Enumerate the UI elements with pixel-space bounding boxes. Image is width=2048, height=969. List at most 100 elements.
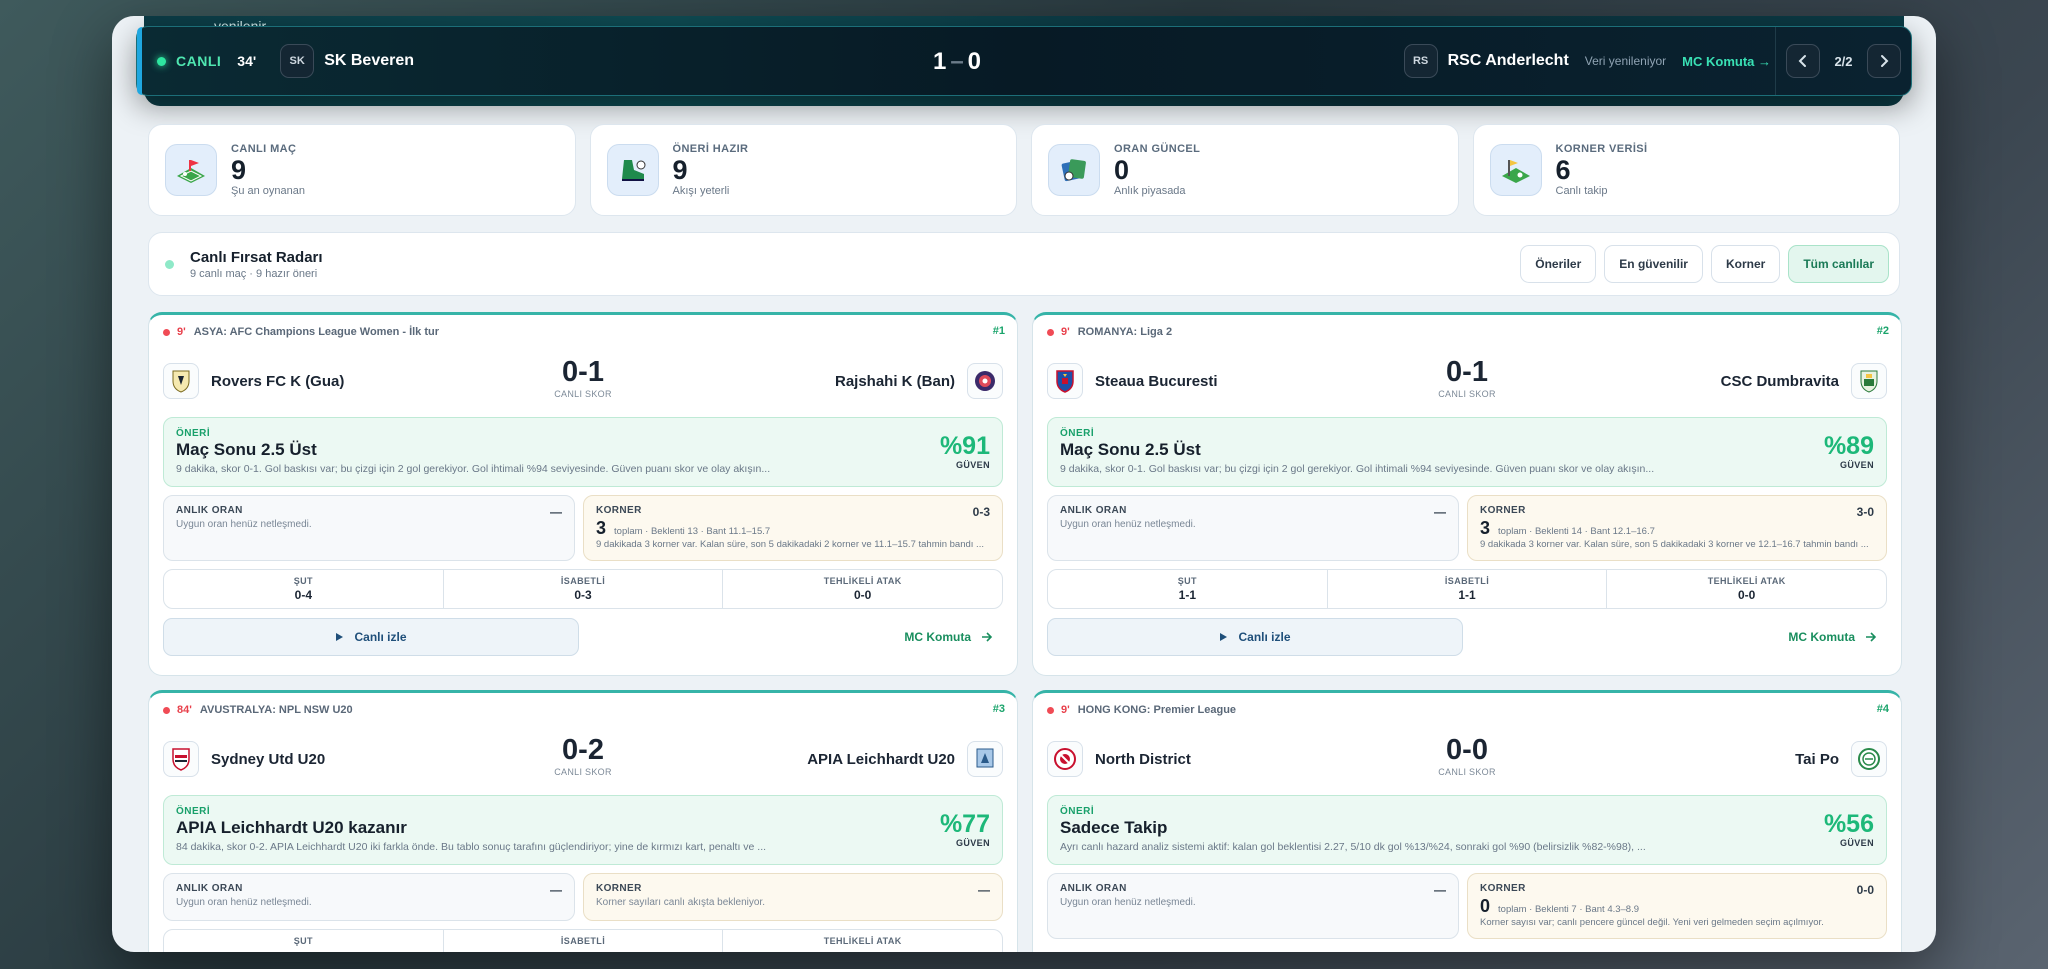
- chevron-right-icon: [1880, 55, 1888, 67]
- corner-score: —: [978, 883, 990, 897]
- home-team-logo: [1047, 741, 1083, 777]
- stat-shots: ŞUT 0-4: [164, 570, 444, 608]
- next-button[interactable]: [1866, 44, 1901, 78]
- stat-on-target: İSABETLİ: [444, 930, 724, 952]
- on-target-value: 1-1: [1458, 588, 1476, 602]
- match-minute: 9': [1061, 704, 1070, 716]
- match-card: 9' ASYA: AFC Champions League Women - İl…: [148, 312, 1018, 676]
- stat-shots: ŞUT 1-1: [1048, 570, 1328, 608]
- filter-corner[interactable]: Korner: [1710, 245, 1781, 283]
- filter-all-live[interactable]: Tüm canlılar: [1788, 245, 1889, 283]
- shots-value: 0-4: [294, 588, 312, 602]
- danger-value: 0-0: [854, 588, 872, 602]
- stat-label: ORAN GÜNCEL: [1114, 143, 1201, 155]
- confidence-label: GÜVEN: [955, 838, 990, 848]
- home-team-logo: [163, 363, 199, 399]
- match-rank: #3: [992, 703, 1005, 715]
- reco-title: Maç Sonu 2.5 Üst: [176, 440, 317, 459]
- radar-subtitle: 9 canlı maç · 9 hazır öneri: [190, 267, 318, 280]
- mc-label: MC Komuta: [904, 630, 971, 644]
- home-team-name: Rovers FC K (Gua): [211, 372, 345, 390]
- stat-value: 0: [1114, 155, 1130, 185]
- corner-description: Korner sayısı var; canlı pencere güncel …: [1480, 917, 1824, 928]
- away-score: 0: [967, 48, 982, 75]
- match-card: 84' AVUSTRALYA: NPL NSW U20 #3 Sydney Ut…: [148, 690, 1018, 952]
- on-target-label: İSABETLİ: [560, 936, 606, 946]
- corner-label: KORNER: [596, 505, 642, 516]
- boot-icon: [606, 144, 659, 196]
- round-crest-icon: [1054, 748, 1076, 770]
- on-target-value: 0-3: [574, 588, 592, 602]
- confidence-percent: %77: [939, 810, 990, 838]
- odds-box: ANLIK ORAN Uygun oran henüz netleşmedi. …: [1047, 873, 1459, 939]
- filter-most-reliable[interactable]: En güvenilir: [1604, 245, 1703, 283]
- watch-live-button[interactable]: Canlı izle: [1047, 618, 1463, 656]
- home-team-badge: SK: [280, 44, 315, 78]
- reco-title: Maç Sonu 2.5 Üst: [1060, 440, 1201, 459]
- home-team-logo: [163, 741, 199, 777]
- odds-sub: Uygun oran henüz netleşmedi.: [1060, 897, 1196, 908]
- reco-description: Ayrı canlı hazard analiz sistemi aktif: …: [1060, 841, 1646, 853]
- shield-crest-icon: [1056, 370, 1074, 393]
- pager: 2/2: [1775, 27, 1911, 95]
- stat-sub: Canlı takip: [1555, 185, 1608, 197]
- danger-value: 0-0: [1738, 588, 1756, 602]
- mc-command-link[interactable]: MC Komuta →: [1682, 54, 1771, 69]
- match-rank: #2: [1876, 325, 1889, 337]
- stat-dangerous-attacks: TEHLİKELİ ATAK 0-0: [1607, 570, 1886, 608]
- filter-recommendations[interactable]: Öneriler: [1520, 245, 1597, 283]
- watch-live-label: Canlı izle: [354, 630, 407, 644]
- odds-sub: Uygun oran henüz netleşmedi.: [176, 519, 312, 530]
- reco-description: 9 dakika, skor 0-1. Gol baskısı var; bu …: [1060, 463, 1655, 475]
- watch-live-button[interactable]: Canlı izle: [163, 618, 579, 656]
- prev-button[interactable]: [1786, 44, 1821, 78]
- match-minute: 84': [177, 704, 192, 716]
- odds-label: ANLIK ORAN: [176, 505, 243, 516]
- round-crest-icon: [1858, 748, 1880, 770]
- stat-label: CANLI MAÇ: [231, 143, 297, 155]
- opportunity-radar: Canlı Fırsat Radarı 9 canlı maç · 9 hazı…: [148, 232, 1900, 296]
- away-team-name: RSC Anderlecht: [1447, 52, 1569, 69]
- mc-command-link[interactable]: MC Komuta: [904, 630, 993, 644]
- corner-box: KORNER — Korner sayıları canlı akışta be…: [583, 873, 1003, 921]
- live-indicator-icon: [157, 56, 166, 66]
- live-match-bar[interactable]: CANLI 34' SK SK Beveren 1–0 RS RSC Ander…: [136, 26, 1912, 96]
- stat-label: ÖNERİ HAZIR: [672, 143, 749, 155]
- corner-label: KORNER: [1480, 505, 1526, 516]
- chevron-left-icon: [1799, 55, 1807, 67]
- match-minute: 9': [1061, 326, 1070, 338]
- reco-description: 84 dakika, skor 0-2. APIA Leichhardt U20…: [176, 841, 767, 853]
- round-crest-icon: [975, 371, 995, 391]
- filter-group: Öneriler En güvenilir Korner Tüm canlıla…: [1520, 245, 1889, 283]
- odds-sub: Uygun oran henüz netleşmedi.: [1060, 519, 1196, 530]
- away-team-name: Tai Po: [1795, 750, 1839, 768]
- reco-description: 9 dakika, skor 0-1. Gol baskısı var; bu …: [176, 463, 771, 475]
- odds-box: ANLIK ORAN Uygun oran henüz netleşmedi. …: [1047, 495, 1459, 561]
- match-stats: ŞUT İSABETLİ TEHLİKELİ ATAK: [163, 929, 1003, 952]
- away-team-badge: RS: [1403, 44, 1438, 78]
- shield-crest-icon: [1860, 370, 1878, 393]
- stat-value: 9: [672, 155, 688, 185]
- radar-status-icon: [165, 259, 174, 269]
- on-target-label: İSABETLİ: [1444, 576, 1490, 586]
- mc-command-link[interactable]: MC Komuta: [1788, 630, 1877, 644]
- match-card: 9' ROMANYA: Liga 2 #2 Steaua Bucuresti 0…: [1032, 312, 1902, 676]
- odds-label: ANLIK ORAN: [176, 883, 243, 894]
- away-team-name: CSC Dumbravita: [1720, 372, 1839, 390]
- confidence-label: GÜVEN: [955, 460, 990, 470]
- stat-dangerous-attacks: TEHLİKELİ ATAK 0-0: [723, 570, 1002, 608]
- live-bar-accent: [137, 27, 142, 95]
- reco-label: ÖNERİ: [1060, 428, 1095, 439]
- odds-value: —: [1434, 505, 1446, 519]
- odds-sub: Uygun oran henüz netleşmedi.: [176, 897, 312, 908]
- corner-score: 0-3: [972, 505, 990, 519]
- match-minute: 9': [177, 326, 186, 338]
- league-name: HONG KONG: Premier League: [1077, 704, 1237, 716]
- confidence-percent: %91: [939, 432, 990, 460]
- stat-label: KORNER VERİSİ: [1555, 143, 1648, 155]
- odds-box: ANLIK ORAN Uygun oran henüz netleşmedi. …: [163, 873, 575, 921]
- stats-row: CANLI MAÇ 9 Şu an oynanan ÖNERİ HAZIR 9 …: [148, 124, 1900, 216]
- corner-score: 3-0: [1856, 505, 1874, 519]
- odds-value: —: [1434, 883, 1446, 897]
- away-team-name: Rajshahi K (Ban): [834, 372, 955, 390]
